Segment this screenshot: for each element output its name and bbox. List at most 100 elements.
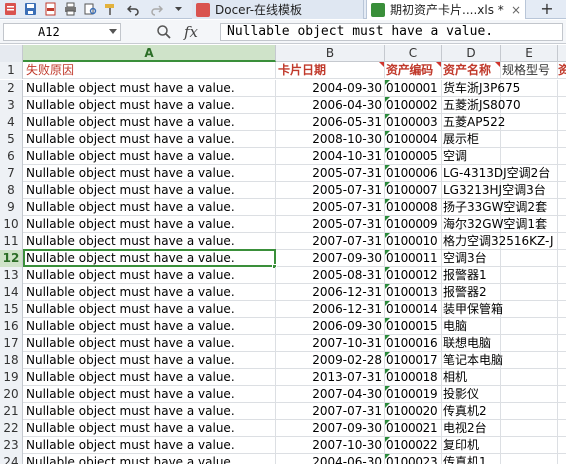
cell-asset-code[interactable]: 0100011 [385, 250, 442, 267]
cell-asset-name[interactable]: 空调 [442, 148, 501, 165]
row-header[interactable]: 20 [0, 386, 23, 403]
app-logo-icon[interactable] [4, 2, 17, 16]
cell-card-date[interactable]: 2006-12-31 [276, 284, 385, 301]
cell-asset-code[interactable]: 0100013 [385, 284, 442, 301]
cell-card-date[interactable]: 2006-09-30 [276, 318, 385, 335]
cell-asset-code[interactable]: 0100015 [385, 318, 442, 335]
cell-card-date[interactable]: 2005-07-31 [276, 182, 385, 199]
cell-asset-name[interactable]: 电脑 [442, 318, 501, 335]
cell-failure-reason[interactable]: Nullable object must have a value. [24, 165, 276, 182]
cell-failure-reason[interactable]: Nullable object must have a value. [24, 267, 276, 284]
row-header[interactable]: 5 [0, 131, 23, 148]
cell-failure-reason[interactable]: Nullable object must have a value. [24, 216, 276, 233]
cell-spec-model[interactable] [501, 199, 558, 216]
cell-asset-code[interactable]: 0100007 [385, 182, 442, 199]
cell-card-date[interactable]: 2007-09-30 [276, 420, 385, 437]
cell-spec-model[interactable] [501, 301, 558, 318]
cell-card-date[interactable]: 2004-06-30 [276, 454, 385, 464]
cell-overflow[interactable] [558, 318, 566, 335]
header-cell-overflow[interactable]: 资 [558, 62, 566, 79]
row-header[interactable]: 2 [0, 80, 23, 97]
cell-asset-code[interactable]: 0100021 [385, 420, 442, 437]
cell-spec-model[interactable] [501, 284, 558, 301]
row-header[interactable]: 14 [0, 284, 23, 301]
close-icon[interactable]: × [511, 3, 521, 17]
name-box[interactable]: A12 [3, 23, 121, 41]
cell-asset-name[interactable]: 五菱AP522 [442, 114, 505, 131]
cell-asset-name[interactable]: 货车浙J3P675 [442, 80, 520, 97]
cell-asset-name[interactable]: 笔记本电脑 [442, 352, 503, 369]
cell-spec-model[interactable] [501, 114, 558, 131]
cell-spec-model[interactable] [501, 386, 558, 403]
cell-asset-name[interactable]: 装甲保管箱 [442, 301, 503, 318]
print-preview-icon[interactable] [84, 2, 97, 16]
cell-card-date[interactable]: 2007-04-30 [276, 386, 385, 403]
cell-asset-name[interactable]: 空调3台 [442, 250, 501, 267]
cell-asset-code[interactable]: 0100010 [385, 233, 442, 250]
cell-card-date[interactable]: 2006-04-30 [276, 97, 385, 114]
cell-spec-model[interactable] [501, 97, 558, 114]
row-header[interactable]: 15 [0, 301, 23, 318]
cell-overflow[interactable] [558, 148, 566, 165]
cell-asset-name[interactable]: 格力空调32516KZ-J [442, 233, 554, 250]
cell-failure-reason[interactable]: Nullable object must have a value. [24, 233, 276, 250]
cell-asset-name[interactable]: 报警器2 [442, 284, 501, 301]
header-cell-spec-model[interactable]: 规格型号 [501, 62, 558, 79]
cell-overflow[interactable] [558, 267, 566, 284]
cell-overflow[interactable] [558, 97, 566, 114]
row-header[interactable]: 10 [0, 216, 23, 233]
cell-overflow[interactable] [558, 233, 566, 250]
cell-card-date[interactable]: 2007-07-31 [276, 403, 385, 420]
cell-spec-model[interactable] [501, 437, 558, 454]
cell-overflow[interactable] [558, 403, 566, 420]
cell-spec-model[interactable] [501, 80, 558, 97]
cell-overflow[interactable] [558, 131, 566, 148]
header-cell-card-date[interactable]: 卡片日期 [276, 62, 385, 79]
row-header[interactable]: 19 [0, 369, 23, 386]
cell-overflow[interactable] [558, 216, 566, 233]
cell-failure-reason[interactable]: Nullable object must have a value. [24, 454, 276, 464]
row-header[interactable]: 13 [0, 267, 23, 284]
cell-failure-reason[interactable]: Nullable object must have a value. [24, 420, 276, 437]
cell-asset-code[interactable]: 0100004 [385, 131, 442, 148]
cell-card-date[interactable]: 2007-10-31 [276, 335, 385, 352]
cell-overflow[interactable] [558, 182, 566, 199]
cell-overflow[interactable] [558, 352, 566, 369]
cell-asset-name[interactable]: 扬子33GW空调2套 [442, 199, 547, 216]
cell-spec-model[interactable] [501, 454, 558, 464]
row-header[interactable]: 7 [0, 165, 23, 182]
cell-overflow[interactable] [558, 114, 566, 131]
cell-card-date[interactable]: 2009-02-28 [276, 352, 385, 369]
cell-asset-code[interactable]: 0100016 [385, 335, 442, 352]
cell-asset-code[interactable]: 0100019 [385, 386, 442, 403]
cell-card-date[interactable]: 2004-10-31 [276, 148, 385, 165]
insert-function-button[interactable]: fx [184, 23, 198, 41]
cell-card-date[interactable]: 2007-09-30 [276, 250, 385, 267]
formula-input[interactable]: Nullable object must have a value. [220, 23, 563, 41]
cell-asset-name[interactable]: 相机 [442, 369, 501, 386]
row-header[interactable]: 22 [0, 420, 23, 437]
cell-spec-model[interactable] [501, 403, 558, 420]
cell-overflow[interactable] [558, 284, 566, 301]
cell-card-date[interactable]: 2007-07-31 [276, 233, 385, 250]
cell-failure-reason[interactable]: Nullable object must have a value. [24, 114, 276, 131]
cell-asset-name[interactable]: 报警器1 [442, 267, 501, 284]
cell-asset-name[interactable]: LG3213HJ空调3台 [442, 182, 546, 199]
column-header-d[interactable]: D [442, 45, 501, 62]
cell-failure-reason[interactable]: Nullable object must have a value. [24, 284, 276, 301]
cell-failure-reason[interactable]: Nullable object must have a value. [24, 352, 276, 369]
cell-spec-model[interactable] [501, 420, 558, 437]
cell-asset-name[interactable]: 电视2台 [442, 420, 501, 437]
cell-overflow[interactable] [558, 301, 566, 318]
header-cell-asset-code[interactable]: 资产编码 [385, 62, 442, 79]
column-header-e[interactable]: E [501, 45, 558, 62]
tab-workbook[interactable]: 期初资产卡片....xls * × [366, 0, 526, 19]
cell-failure-reason[interactable]: Nullable object must have a value. [24, 148, 276, 165]
cell-failure-reason[interactable]: Nullable object must have a value. [24, 369, 276, 386]
select-all-corner[interactable] [0, 45, 23, 62]
cell-asset-name[interactable]: 传真机1 [442, 454, 501, 464]
cell-asset-name[interactable]: 海尔32GW空调1套 [442, 216, 547, 233]
cell-asset-code[interactable]: 0100003 [385, 114, 442, 131]
column-header-b[interactable]: B [276, 45, 385, 62]
cell-failure-reason[interactable]: Nullable object must have a value. [24, 318, 276, 335]
